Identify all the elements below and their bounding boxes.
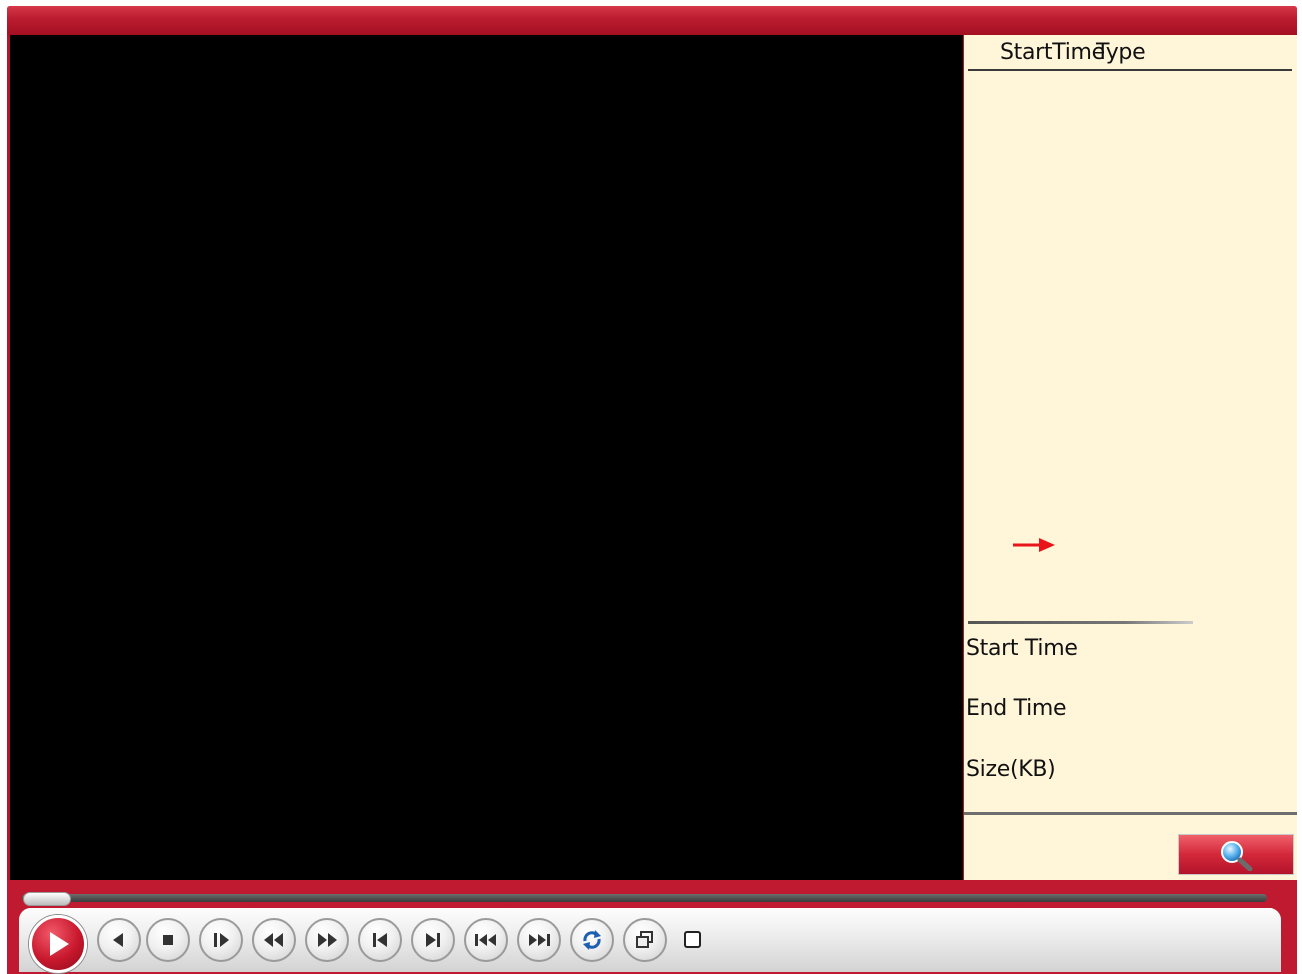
progress-slider-thumb[interactable] (23, 892, 71, 906)
stop-icon (163, 935, 173, 945)
next-frame-icon (426, 933, 440, 947)
next-file-icon (529, 934, 550, 946)
info-divider (968, 621, 1193, 624)
player-window: StartTime Type Start Time End Time Size(… (7, 6, 1297, 974)
previous-file-icon (475, 934, 496, 946)
size-label: Size(KB) (966, 757, 1056, 782)
reverse-play-button[interactable] (97, 918, 141, 962)
previous-frame-icon (373, 933, 387, 947)
playback-control-bar (7, 880, 1297, 974)
next-frame-button[interactable] (411, 918, 455, 962)
video-display[interactable] (10, 35, 963, 880)
start-time-label: Start Time (966, 636, 1078, 661)
stop-button[interactable] (146, 918, 190, 962)
magnifier-icon (1221, 840, 1253, 871)
window-button[interactable] (623, 918, 667, 962)
rewind-icon (264, 933, 283, 947)
arrow-cursor-icon (1013, 538, 1055, 552)
previous-file-button[interactable] (464, 918, 508, 962)
option-checkbox[interactable] (684, 931, 701, 948)
panel-divider (964, 812, 1297, 815)
file-list[interactable] (968, 72, 1292, 619)
title-bar[interactable] (7, 6, 1297, 35)
loop-button[interactable] (570, 918, 614, 962)
window-icon (636, 931, 653, 948)
fast-forward-icon (318, 933, 337, 947)
search-button[interactable] (1178, 834, 1294, 875)
play-button[interactable] (29, 915, 87, 973)
column-header-starttime[interactable]: StartTime (1000, 40, 1105, 65)
progress-track[interactable] (22, 894, 1267, 902)
loop-icon (583, 930, 601, 950)
side-panel: StartTime Type Start Time End Time Size(… (964, 35, 1297, 880)
previous-frame-button[interactable] (358, 918, 402, 962)
next-file-button[interactable] (517, 918, 561, 962)
button-tray (19, 908, 1281, 973)
play-icon (50, 932, 69, 956)
fast-button[interactable] (305, 918, 349, 962)
slow-button[interactable] (252, 918, 296, 962)
frame-step-icon (214, 933, 229, 947)
end-time-label: End Time (966, 696, 1067, 721)
frame-step-button[interactable] (199, 918, 243, 962)
reverse-play-icon (113, 933, 123, 947)
column-header-type[interactable]: Type (1096, 40, 1146, 65)
file-list-header: StartTime Type (968, 35, 1292, 71)
